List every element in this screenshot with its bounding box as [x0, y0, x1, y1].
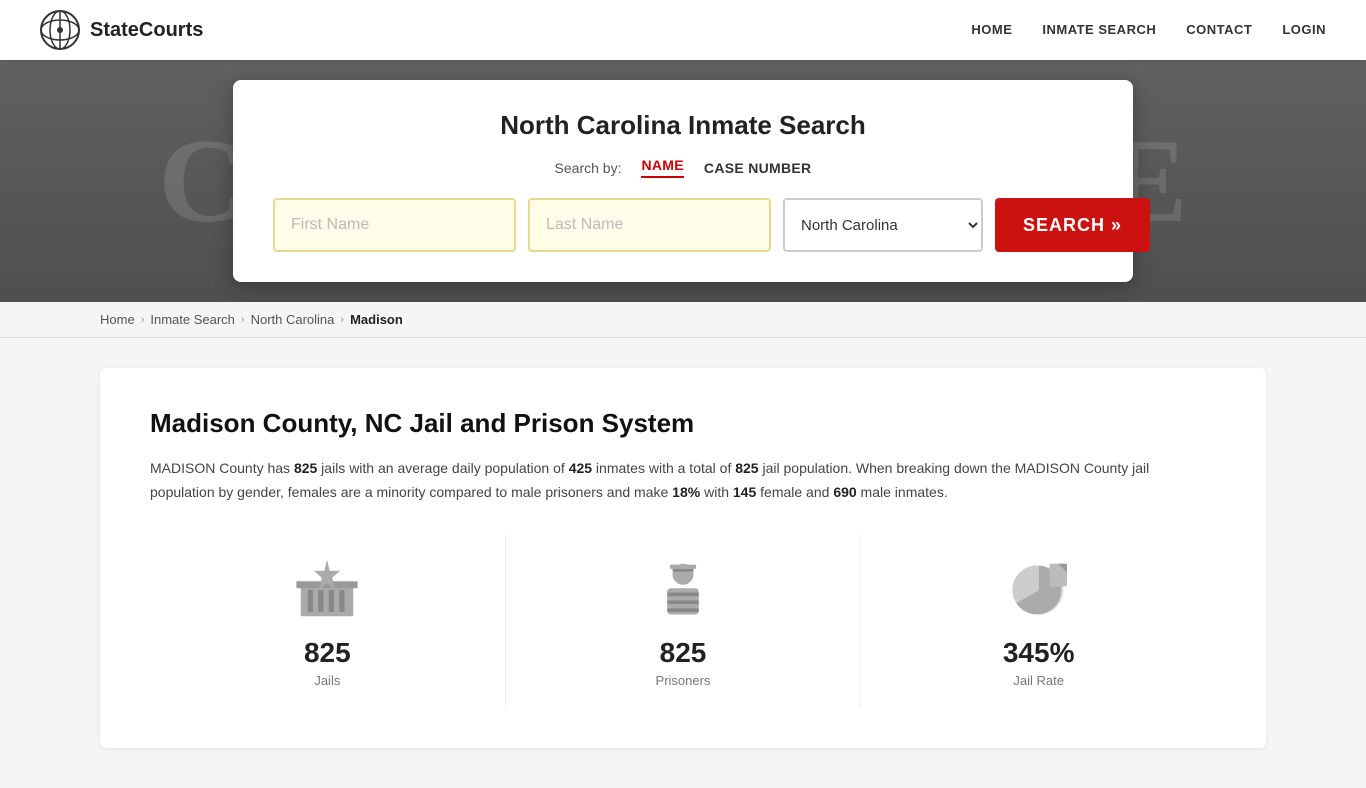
- county-description: MADISON County has 825 jails with an ave…: [150, 457, 1216, 505]
- hero-section: COURTHOUSE North Carolina Inmate Search …: [0, 60, 1366, 302]
- search-inputs-row: North Carolina Alabama Alaska Arizona Ca…: [273, 198, 1093, 252]
- nav-contact[interactable]: CONTACT: [1186, 22, 1252, 37]
- stat-prisoners: 825 Prisoners: [506, 535, 862, 708]
- search-card-title: North Carolina Inmate Search: [273, 110, 1093, 141]
- prisoners-number: 825: [660, 637, 707, 669]
- search-button[interactable]: SEARCH »: [995, 198, 1150, 252]
- jails-label: Jails: [314, 673, 340, 688]
- county-title: Madison County, NC Jail and Prison Syste…: [150, 408, 1216, 439]
- prisoner-icon: [648, 555, 718, 625]
- nav-list: HOME INMATE SEARCH CONTACT LOGIN: [971, 21, 1326, 39]
- search-by-label: Search by:: [555, 160, 622, 176]
- search-card: North Carolina Inmate Search Search by: …: [233, 80, 1133, 282]
- nav-inmate-search[interactable]: INMATE SEARCH: [1042, 22, 1156, 37]
- stats-row: 825 Jails 825 P: [150, 535, 1216, 708]
- stat-jails: 825 Jails: [150, 535, 506, 708]
- last-name-input[interactable]: [528, 198, 771, 252]
- tab-name[interactable]: NAME: [641, 157, 683, 178]
- breadcrumb-sep-1: ›: [141, 314, 145, 326]
- stat-jail-rate: 345% Jail Rate: [861, 535, 1216, 708]
- jail-rate-number: 345%: [1003, 637, 1075, 669]
- logo-text: StateCourts: [90, 19, 203, 42]
- content-card: Madison County, NC Jail and Prison Syste…: [100, 368, 1266, 748]
- prisoners-label: Prisoners: [656, 673, 711, 688]
- logo-icon: [40, 10, 80, 50]
- state-select[interactable]: North Carolina Alabama Alaska Arizona Ca…: [783, 198, 983, 252]
- logo-area[interactable]: StateCourts: [40, 10, 203, 50]
- breadcrumb-home[interactable]: Home: [100, 312, 135, 327]
- breadcrumb-sep-2: ›: [241, 314, 245, 326]
- jail-rate-label: Jail Rate: [1013, 673, 1064, 688]
- nav-login[interactable]: LOGIN: [1282, 22, 1326, 37]
- breadcrumb-sep-3: ›: [340, 314, 344, 326]
- main-content: Madison County, NC Jail and Prison Syste…: [0, 338, 1366, 788]
- main-nav: HOME INMATE SEARCH CONTACT LOGIN: [971, 21, 1326, 39]
- search-by-row: Search by: NAME CASE NUMBER: [273, 157, 1093, 178]
- first-name-input[interactable]: [273, 198, 516, 252]
- jail-icon: [292, 555, 362, 625]
- tab-case-number[interactable]: CASE NUMBER: [704, 160, 812, 176]
- breadcrumb-state[interactable]: North Carolina: [251, 312, 335, 327]
- chart-icon: [1004, 555, 1074, 625]
- header: StateCourts HOME INMATE SEARCH CONTACT L…: [0, 0, 1366, 60]
- nav-home[interactable]: HOME: [971, 22, 1012, 37]
- jails-number: 825: [304, 637, 351, 669]
- breadcrumb-current: Madison: [350, 312, 403, 327]
- breadcrumb: Home › Inmate Search › North Carolina › …: [0, 302, 1366, 338]
- breadcrumb-inmate-search[interactable]: Inmate Search: [150, 312, 235, 327]
